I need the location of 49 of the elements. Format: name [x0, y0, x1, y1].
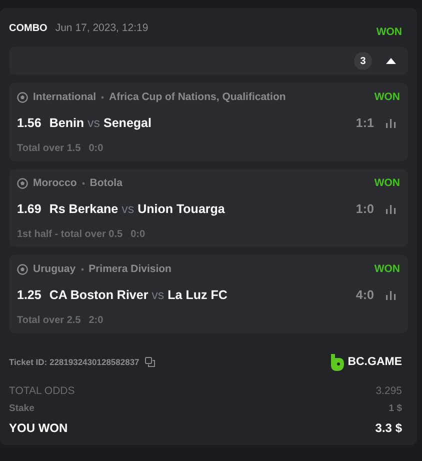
market-name: Total over 2.5 — [17, 315, 81, 326]
legs-count: 3 — [354, 52, 372, 70]
soccer-ball-icon — [17, 92, 28, 102]
leg-status: WON — [374, 91, 400, 103]
stats-icon[interactable] — [386, 204, 396, 214]
market-score: 2:0 — [88, 315, 104, 326]
match-score: 1:1 — [356, 116, 374, 130]
leg-odds: 1.56 — [17, 116, 42, 130]
country-name: International — [33, 91, 96, 103]
country-name: Uruguay — [33, 263, 76, 275]
brand-logo-icon — [330, 354, 344, 370]
match-score: 1:0 — [356, 202, 374, 216]
match-teams: Rs Berkane vs Union Touarga — [49, 202, 225, 216]
leg-status: WON — [374, 177, 400, 189]
leg-odds: 1.69 — [17, 202, 42, 216]
summary-value: 3.3 $ — [375, 421, 402, 435]
soccer-ball-icon — [17, 178, 28, 188]
separator-dot-icon — [101, 96, 104, 98]
soccer-ball-icon — [17, 264, 28, 274]
separator-dot-icon — [80, 268, 84, 270]
bet-status: WON — [376, 26, 402, 38]
bet-type: COMBO — [9, 22, 48, 34]
leg-status: WON — [374, 263, 400, 275]
league-name: Africa Cup of Nations, Qualification — [109, 91, 286, 103]
bet-date: Jun 17, 2023, 12:19 — [55, 22, 148, 34]
league-name: Botola — [90, 177, 122, 189]
market-score: 0:0 — [88, 143, 104, 154]
match-teams: CA Boston River vs La Luz FC — [49, 288, 228, 302]
market-score: 0:0 — [130, 229, 146, 240]
summary-label: TOTAL ODDS — [9, 385, 75, 397]
copy-icon[interactable] — [145, 357, 156, 367]
stats-icon[interactable] — [386, 118, 396, 128]
summary-label: YOU WON — [9, 421, 68, 435]
legs-toggle-bar[interactable]: 3 — [9, 47, 408, 75]
country-name: Morocco — [33, 177, 77, 189]
leg-odds: 1.25 — [17, 288, 42, 302]
summary-label: Stake — [9, 403, 34, 414]
separator-dot-icon — [82, 182, 85, 184]
brand-name: BC.GAME — [348, 356, 402, 368]
stats-icon[interactable] — [386, 290, 396, 300]
caret-icon[interactable] — [386, 58, 396, 64]
market-name: Total over 1.5 — [17, 143, 81, 154]
market-name: 1st half - total over 0.5 — [17, 229, 123, 240]
match-score: 4:0 — [356, 288, 374, 302]
ticket-id: Ticket ID: 2281932430128582837 — [9, 357, 140, 367]
match-teams: Benin vs Senegal — [49, 116, 152, 130]
league-name: Primera Division — [88, 263, 172, 275]
summary-value: 1 $ — [388, 403, 402, 414]
summary-value: 3.295 — [376, 385, 402, 397]
